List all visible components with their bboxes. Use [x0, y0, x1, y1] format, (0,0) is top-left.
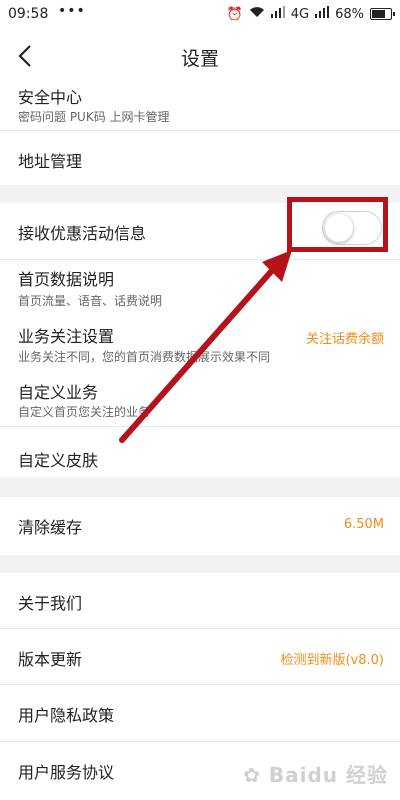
- annotation-arrow: [119, 250, 292, 443]
- paw-icon: ✿: [243, 763, 261, 787]
- baidu-watermark: ✿ Baidu 经验: [243, 763, 388, 787]
